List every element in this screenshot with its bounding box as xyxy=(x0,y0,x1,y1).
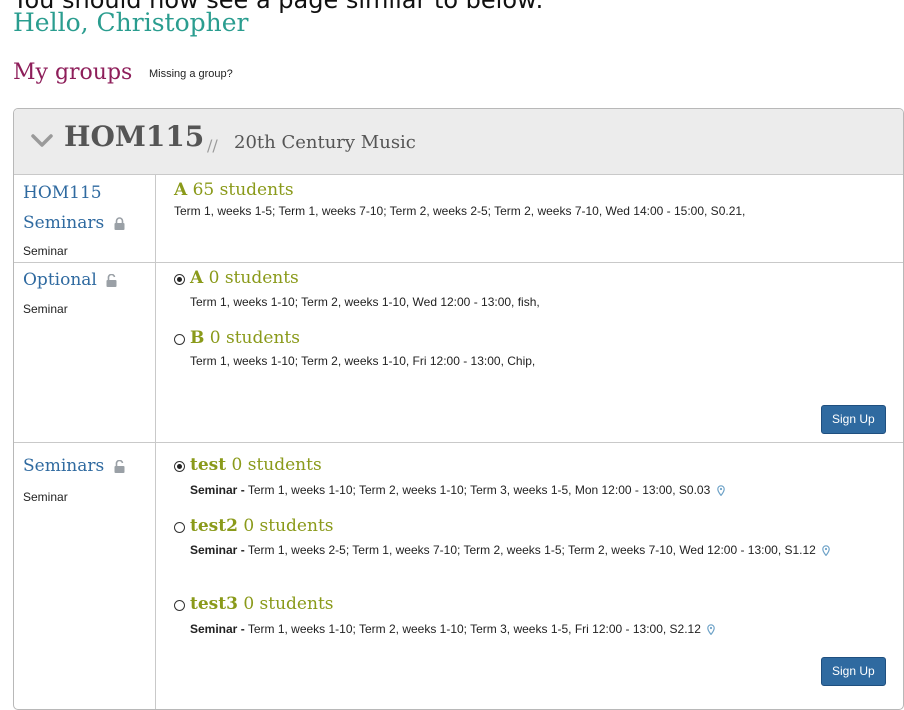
group-count: 0 students xyxy=(243,594,334,614)
group-count: 0 students xyxy=(231,455,322,475)
group-detail: Seminar - Term 1, weeks 1-10; Term 2, we… xyxy=(190,481,890,500)
group-detail: Term 1, weeks 1-5; Term 1, weeks 7-10; T… xyxy=(174,204,746,218)
map-pin-icon[interactable] xyxy=(707,624,716,636)
lock-closed-icon xyxy=(114,217,125,230)
group-radio-test2[interactable] xyxy=(174,522,185,533)
group-type-label: Seminar - xyxy=(190,483,245,497)
set-type: Seminar xyxy=(23,490,68,504)
group-letter: B xyxy=(190,328,205,348)
group-type-label: Seminar - xyxy=(190,543,245,557)
group-detail: Seminar - Term 1, weeks 1-10; Term 2, we… xyxy=(190,620,890,639)
group-set-optional: Optional Seminar A 0 students Term 1, we… xyxy=(14,262,903,443)
group-detail: Term 1, weeks 1-10; Term 2, weeks 1-10, … xyxy=(190,295,540,309)
module-panel: HOM115 // 20th Century Music HOM115 Semi… xyxy=(13,108,904,710)
map-pin-icon[interactable] xyxy=(716,485,725,497)
group-name: test 0 students xyxy=(190,455,322,475)
lock-open-icon xyxy=(114,460,125,473)
sign-up-button[interactable]: Sign Up xyxy=(821,657,886,686)
set-info: HOM115 Seminars Seminar xyxy=(14,174,156,262)
map-pin-icon[interactable] xyxy=(822,545,831,557)
group-radio-test3[interactable] xyxy=(174,600,185,611)
set-title: Seminars xyxy=(23,456,125,476)
group-name: test3 0 students xyxy=(190,594,334,614)
group-detail-text: Term 1, weeks 1-10; Term 2, weeks 1-10; … xyxy=(247,622,701,636)
set-info: Optional Seminar xyxy=(14,262,156,442)
set-title-text: Optional xyxy=(23,270,97,290)
set-info: Seminars Seminar xyxy=(14,442,156,709)
module-name: 20th Century Music xyxy=(234,132,416,153)
group-letter: test2 xyxy=(190,516,238,536)
group-detail-text: Term 1, weeks 1-10; Term 2, weeks 1-10; … xyxy=(247,483,711,497)
group-type-label: Seminar - xyxy=(190,622,245,636)
missing-group-link[interactable]: Missing a group? xyxy=(149,68,233,80)
group-radio-test[interactable] xyxy=(174,461,185,472)
greeting: Hello, Christopher xyxy=(13,8,249,37)
set-title-text: Seminars xyxy=(23,213,105,233)
module-code: HOM115 xyxy=(64,120,205,153)
group-letter: test3 xyxy=(190,594,238,614)
sign-up-button[interactable]: Sign Up xyxy=(821,405,886,434)
group-name: A 65 students xyxy=(174,180,294,200)
group-radio-b[interactable] xyxy=(174,334,185,345)
group-count: 0 students xyxy=(209,328,300,348)
section-title: My groups xyxy=(13,60,133,85)
set-title: Optional xyxy=(23,270,117,290)
set-title-text: Seminars xyxy=(23,456,105,476)
group-detail: Seminar - Term 1, weeks 2-5; Term 1, wee… xyxy=(190,541,880,560)
module-separator: // xyxy=(207,136,218,155)
group-set-hom115-seminars: HOM115 Seminars Seminar A 65 students Te… xyxy=(14,174,903,263)
set-type: Seminar xyxy=(23,302,68,316)
group-radio-a[interactable] xyxy=(174,274,185,285)
group-letter: A xyxy=(174,180,188,200)
set-title-line2: Seminars xyxy=(23,213,125,233)
group-detail-text: Term 1, weeks 2-5; Term 1, weeks 7-10; T… xyxy=(247,543,816,557)
group-count: 0 students xyxy=(243,516,334,536)
group-letter: A xyxy=(190,268,204,288)
set-title: HOM115 xyxy=(23,183,102,203)
group-count: 65 students xyxy=(192,180,294,200)
module-header[interactable]: HOM115 // 20th Century Music xyxy=(14,109,903,175)
group-name: test2 0 students xyxy=(190,516,334,536)
chevron-down-icon[interactable] xyxy=(31,134,53,148)
lock-open-icon xyxy=(106,274,117,287)
group-name: A 0 students xyxy=(190,268,299,288)
set-type: Seminar xyxy=(23,244,68,258)
group-detail: Term 1, weeks 1-10; Term 2, weeks 1-10, … xyxy=(190,354,536,368)
group-letter: test xyxy=(190,455,227,475)
group-set-seminars: Seminars Seminar test 0 students Seminar… xyxy=(14,442,903,709)
group-count: 0 students xyxy=(208,268,299,288)
group-name: B 0 students xyxy=(190,328,300,348)
